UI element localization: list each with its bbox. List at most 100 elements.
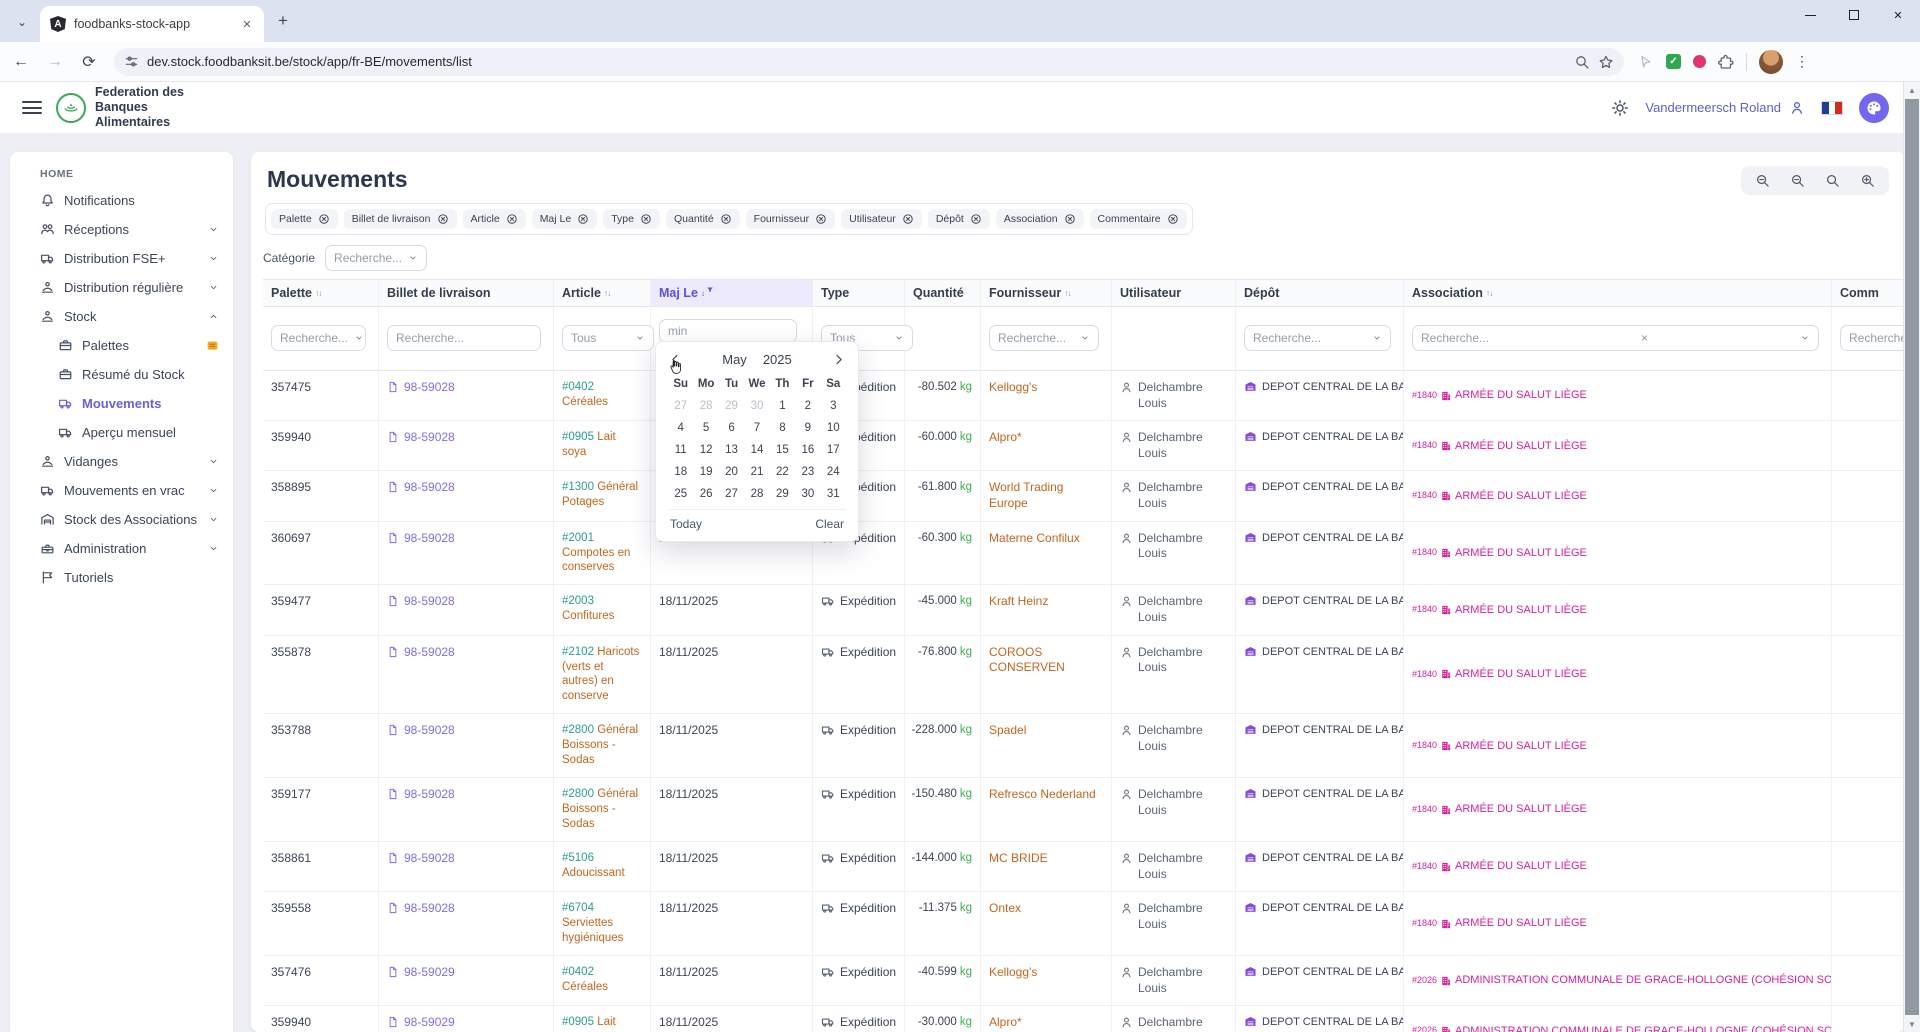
vertical-scrollbar[interactable]: ▲ ▼ (1903, 82, 1920, 1032)
calendar-year[interactable]: 2025 (763, 352, 792, 367)
hamburger-menu-icon[interactable] (22, 98, 42, 118)
table-row[interactable]: 35747598-59028#0402 Céréales18/11/2025Ex… (263, 371, 1905, 421)
filter-chip-maj-le[interactable]: Maj Le (532, 209, 598, 229)
sidebar-item-stock[interactable]: Stock (10, 302, 233, 331)
calendar-day[interactable]: 18 (668, 461, 693, 483)
theme-palette-avatar[interactable] (1859, 93, 1889, 123)
calendar-day[interactable]: 15 (770, 439, 795, 461)
zoom-in-icon[interactable] (1860, 173, 1875, 188)
sidebar-item-apercu-mensuel[interactable]: Aperçu mensuel (10, 418, 233, 447)
calendar-day[interactable]: 22 (770, 461, 795, 483)
extension-generic-icon[interactable] (1638, 54, 1654, 70)
remove-filter-icon[interactable] (815, 213, 827, 225)
extension-dot-icon[interactable] (1693, 55, 1706, 68)
sidebar-item-distribution-fse[interactable]: Distribution FSE+ (10, 244, 233, 273)
back-icon[interactable]: ← (8, 49, 34, 75)
filter-chip-association[interactable]: Association (996, 209, 1084, 229)
filter-select-article[interactable]: Tous (562, 325, 654, 351)
remove-filter-icon[interactable] (902, 213, 914, 225)
calendar-day[interactable]: 10 (821, 417, 846, 439)
calendar-day[interactable]: 28 (693, 395, 718, 417)
browser-menu-icon[interactable]: ⋮ (1795, 53, 1809, 70)
delivery-note-link[interactable]: 98-59028 (404, 380, 455, 396)
window-maximize-icon[interactable] (1832, 0, 1876, 30)
remove-filter-icon[interactable] (970, 213, 982, 225)
window-close-icon[interactable]: ✕ (1876, 0, 1920, 30)
column-header-fournisseur[interactable]: Fournisseur↑↓ (981, 280, 1112, 307)
filter-chip-fournisseur[interactable]: Fournisseur (746, 209, 835, 229)
new-tab-button[interactable]: + (270, 8, 296, 34)
category-select[interactable]: Recherche... (325, 245, 427, 271)
calendar-day[interactable]: 7 (744, 417, 769, 439)
association-link[interactable]: ADMINISTRATION COMMUNALE DE GRACE-HOLLOG… (1455, 1024, 1832, 1032)
association-link[interactable]: ARMÉE DU SALUT LIÈGE (1455, 739, 1587, 753)
calendar-day[interactable]: 26 (693, 483, 718, 505)
filter-select-palette[interactable]: Recherche... (271, 325, 366, 351)
filter-select-association[interactable]: Recherche...× (1412, 325, 1819, 351)
extensions-puzzle-icon[interactable] (1718, 54, 1734, 70)
clear-filter-icon[interactable]: × (1641, 331, 1648, 345)
table-row[interactable]: 36069798-59028#2001 Compotes en conserve… (263, 522, 1905, 586)
filter-chip-type[interactable]: Type (603, 209, 660, 229)
calendar-day[interactable]: 5 (693, 417, 718, 439)
table-row[interactable]: 35994098-59029#0905 Lait soya18/11/2025E… (263, 1006, 1905, 1032)
calendar-day[interactable]: 6 (719, 417, 744, 439)
calendar-day[interactable]: 25 (668, 483, 693, 505)
site-info-icon[interactable] (124, 54, 139, 69)
table-row[interactable]: 35994098-59028#0905 Lait soya18/11/2025E… (263, 421, 1905, 471)
scrollbar-thumb[interactable] (1905, 99, 1919, 1015)
calendar-day[interactable]: 30 (795, 483, 820, 505)
filter-chip-article[interactable]: Article (463, 209, 526, 229)
sidebar-item-notifications[interactable]: Notifications (10, 186, 233, 215)
delivery-note-link[interactable]: 98-59028 (404, 787, 455, 803)
delivery-note-link[interactable]: 98-59028 (404, 531, 455, 547)
delivery-note-link[interactable]: 98-59028 (404, 901, 455, 917)
calendar-day[interactable]: 23 (795, 461, 820, 483)
calendar-day[interactable]: 2 (795, 395, 820, 417)
delivery-note-link[interactable]: 98-59028 (404, 723, 455, 739)
calendar-day[interactable]: 19 (693, 461, 718, 483)
association-link[interactable]: ARMÉE DU SALUT LIÈGE (1455, 388, 1587, 402)
calendar-day[interactable]: 20 (719, 461, 744, 483)
tab-close-icon[interactable]: ✕ (238, 15, 256, 33)
column-header-association[interactable]: Association↑↓ (1404, 280, 1832, 307)
association-link[interactable]: ARMÉE DU SALUT LIÈGE (1455, 667, 1587, 681)
calendar-day[interactable]: 13 (719, 439, 744, 461)
calendar-day[interactable]: 4 (668, 417, 693, 439)
sidebar-item-stock-des-associations[interactable]: Stock des Associations (10, 505, 233, 534)
calendar-day[interactable]: 29 (770, 483, 795, 505)
column-header-majle[interactable]: Maj Le↓ (651, 280, 813, 307)
address-bar[interactable]: dev.stock.foodbanksit.be/stock/app/fr-BE… (114, 48, 1624, 76)
remove-filter-icon[interactable] (506, 213, 518, 225)
delivery-note-link[interactable]: 98-59028 (404, 594, 455, 610)
remove-filter-icon[interactable] (437, 213, 449, 225)
search-icon[interactable] (1825, 173, 1840, 188)
window-minimize-icon[interactable] (1788, 0, 1832, 30)
calendar-day[interactable]: 12 (693, 439, 718, 461)
table-row[interactable]: 35378898-59028#2800 Général Boissons -So… (263, 714, 1905, 778)
association-link[interactable]: ARMÉE DU SALUT LIÈGE (1455, 603, 1587, 617)
filter-input-majle[interactable] (659, 319, 797, 343)
association-link[interactable]: ARMÉE DU SALUT LIÈGE (1455, 489, 1587, 503)
delivery-note-link[interactable]: 98-59028 (404, 851, 455, 867)
sidebar-item-resume-du-stock[interactable]: Résumé du Stock (10, 360, 233, 389)
sidebar-item-vidanges[interactable]: Vidanges (10, 447, 233, 476)
delivery-note-link[interactable]: 98-59029 (404, 965, 455, 981)
remove-filter-icon[interactable] (640, 213, 652, 225)
delivery-note-link[interactable]: 98-59028 (404, 645, 455, 661)
zoom-reset-icon[interactable] (1790, 173, 1805, 188)
calendar-day[interactable]: 16 (795, 439, 820, 461)
remove-filter-icon[interactable] (1167, 213, 1179, 225)
calendar-day[interactable]: 29 (719, 395, 744, 417)
association-link[interactable]: ARMÉE DU SALUT LIÈGE (1455, 546, 1587, 560)
calendar-day[interactable]: 1 (770, 395, 795, 417)
sidebar-item-tutoriels[interactable]: Tutoriels (10, 563, 233, 592)
delivery-note-link[interactable]: 98-59029 (404, 1015, 455, 1031)
sidebar-item-receptions[interactable]: Réceptions (10, 215, 233, 244)
calendar-day[interactable]: 28 (744, 483, 769, 505)
remove-filter-icon[interactable] (318, 213, 330, 225)
filter-select-fournisseur[interactable]: Recherche... (989, 325, 1099, 351)
language-flag-icon[interactable] (1821, 101, 1843, 115)
filter-select-depot[interactable]: Recherche... (1244, 325, 1391, 351)
sidebar-item-administration[interactable]: Administration (10, 534, 233, 563)
